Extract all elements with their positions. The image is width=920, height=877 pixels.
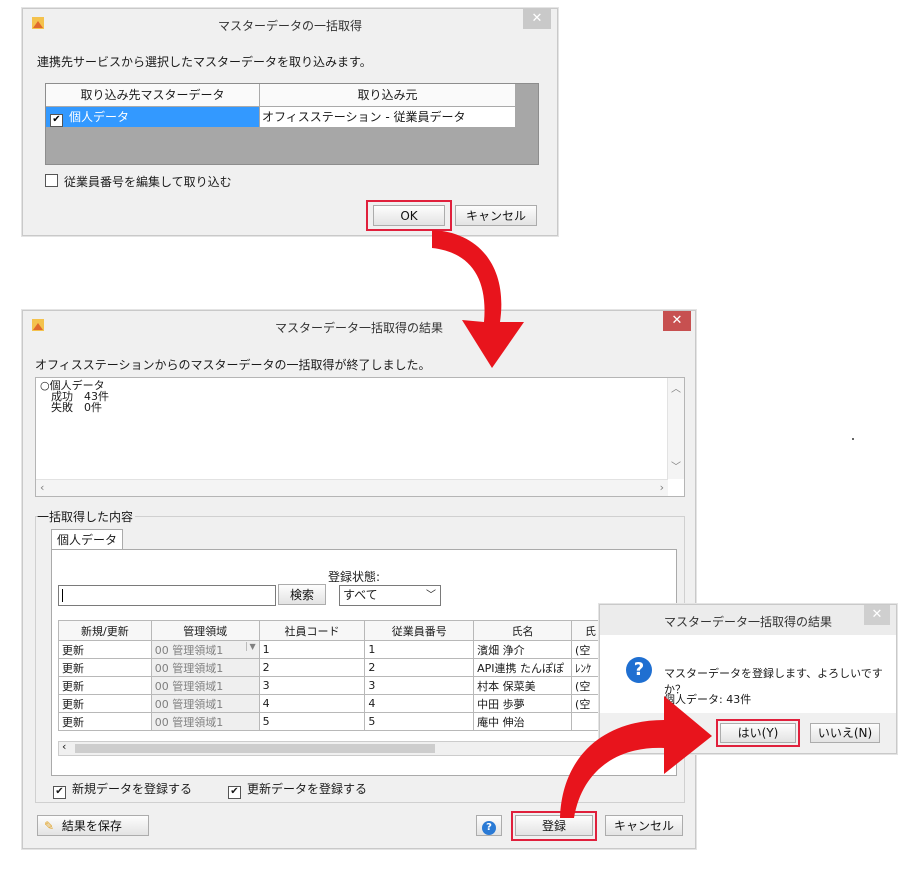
cell-domain[interactable]: 00 管理領域1	[150, 694, 260, 713]
flow-arrow-curve	[560, 696, 712, 818]
cell-new-update[interactable]: 更新	[58, 640, 152, 659]
search-button[interactable]: 検索	[278, 584, 326, 605]
table-header-employee-code[interactable]: 社員コード	[258, 620, 366, 641]
cell-domain[interactable]: 00 管理領域1 ▼	[150, 640, 260, 659]
table-header-name[interactable]: 氏名	[473, 620, 573, 641]
table-row[interactable]: 更新 00 管理領域1 ▼ 1 1 濱畑 浄介 (空	[58, 640, 610, 659]
cell-domain[interactable]: 00 管理領域1	[150, 712, 260, 731]
import-dialog-titlebar: マスターデータの一括取得 ✕	[23, 9, 557, 39]
chevron-down-icon: ﹀	[426, 590, 436, 601]
cell-employee-number[interactable]: 3	[364, 676, 475, 695]
cell-employee-code[interactable]: 3	[258, 676, 366, 695]
import-dialog: マスターデータの一括取得 ✕ 連携先サービスから選択したマスターデータを取り込み…	[22, 8, 558, 236]
scroll-right-icon[interactable]: ›	[660, 481, 664, 494]
table-header-new-update[interactable]: 新規/更新	[58, 620, 152, 641]
yes-highlight	[716, 719, 800, 747]
result-dialog-titlebar: マスターデータ一括取得の結果 ✕	[23, 311, 695, 341]
tab-personal-data[interactable]: 個人データ	[51, 529, 123, 550]
result-dialog-title: マスターデータ一括取得の結果	[274, 321, 443, 335]
cell-name[interactable]: 濱畑 浄介	[473, 640, 573, 659]
cell-domain-value: 00 管理領域1	[154, 643, 224, 657]
table-row[interactable]: 更新 00 管理領域1 4 4 中田 歩夢 (空	[58, 694, 610, 713]
scroll-up-icon[interactable]: ︿	[671, 380, 681, 395]
table-row[interactable]: 更新 00 管理領域1 5 5 庵中 伸治	[58, 712, 610, 731]
cell-new-update[interactable]: 更新	[58, 694, 152, 713]
cell-new-update[interactable]: 更新	[58, 676, 152, 695]
save-result-button[interactable]: ✎ 結果を保存	[37, 815, 149, 836]
result-log-box: ○個人データ 成功 43件 失敗 0件 ︿ ﹀ ‹ ›	[35, 377, 685, 497]
import-row-source: オフィスステーション - 従業員データ	[260, 107, 515, 127]
cell-new-update[interactable]: 更新	[58, 712, 152, 731]
table-header-employee-number[interactable]: 従業員番号	[364, 620, 475, 641]
table-row[interactable]: 更新 00 管理領域1 2 2 API連携 たんぽぽ ﾚﾝｹ	[58, 658, 610, 677]
cell-employee-number[interactable]: 2	[364, 658, 475, 677]
result-table: 新規/更新 管理領域 社員コード 従業員番号 氏名 氏 更新 00 管理領域1 ▼…	[58, 620, 610, 731]
edit-employee-number-label: 従業員番号を編集して取り込む	[64, 175, 232, 189]
edit-employee-number-checkbox[interactable]	[45, 174, 58, 187]
col-header-target: 取り込み先マスターデータ	[46, 84, 260, 107]
cell-employee-code[interactable]: 1	[258, 640, 366, 659]
cell-domain[interactable]: 00 管理領域1	[150, 658, 260, 677]
result-group-label: 一括取得した内容	[37, 508, 136, 525]
close-icon[interactable]: ✕	[663, 311, 691, 331]
cell-employee-code[interactable]: 2	[258, 658, 366, 677]
dropdown-arrow-icon[interactable]: ▼	[246, 641, 256, 651]
scroll-left-icon[interactable]: ‹	[62, 740, 66, 753]
register-update-checkbox[interactable]: ✔	[228, 786, 241, 799]
import-description: 連携先サービスから選択したマスターデータを取り込みます。	[37, 55, 372, 69]
register-update-label: 更新データを登録する	[247, 782, 368, 796]
status-select[interactable]: すべて ﹀	[339, 585, 441, 606]
help-button[interactable]: ?	[476, 815, 502, 836]
status-label: 登録状態:	[328, 570, 381, 584]
register-new-checkbox[interactable]: ✔	[53, 786, 66, 799]
scrollbar-thumb[interactable]	[75, 744, 435, 753]
help-icon: ?	[482, 821, 496, 835]
import-row-target[interactable]: ✔ 個人データ	[46, 107, 259, 127]
result-message: オフィスステーションからのマスターデータの一括取得が終了しました。	[35, 358, 431, 372]
row-target-label: 個人データ	[69, 110, 130, 124]
table-horizontal-scrollbar[interactable]: ‹	[58, 740, 612, 756]
stray-dot	[852, 438, 854, 440]
search-input[interactable]	[58, 585, 276, 606]
cell-employee-code[interactable]: 4	[258, 694, 366, 713]
register-new-option[interactable]: ✔ 新規データを登録する	[53, 780, 192, 799]
close-icon[interactable]: ✕	[523, 9, 551, 29]
table-header-row: 新規/更新 管理領域 社員コード 従業員番号 氏名 氏	[58, 620, 610, 641]
row-checkbox[interactable]: ✔	[50, 114, 63, 127]
confirm-dialog-titlebar: マスターデータ一括取得の結果 ✕	[600, 605, 896, 635]
col-header-source: 取り込み元	[260, 84, 515, 107]
register-new-label: 新規データを登録する	[72, 782, 193, 796]
table-row[interactable]: 更新 00 管理領域1 3 3 村本 保菜美 (空	[58, 676, 610, 695]
cell-employee-number[interactable]: 1	[364, 640, 475, 659]
cell-employee-number[interactable]: 5	[364, 712, 475, 731]
status-select-value: すべて	[343, 588, 378, 602]
cell-domain[interactable]: 00 管理領域1	[150, 676, 260, 695]
no-button[interactable]: いいえ(N)	[810, 723, 880, 743]
save-folder-icon: ✎	[44, 819, 55, 833]
confirm-dialog-title: マスターデータ一括取得の結果	[663, 615, 832, 629]
table-header-domain[interactable]: 管理領域	[150, 620, 260, 641]
cell-employee-code[interactable]: 5	[258, 712, 366, 731]
save-result-label: 結果を保存	[61, 819, 122, 833]
scroll-left-icon[interactable]: ‹	[40, 481, 44, 494]
scroll-down-icon[interactable]: ﹀	[671, 458, 681, 473]
log-line-3: 失敗 0件	[40, 401, 102, 414]
import-dialog-title: マスターデータの一括取得	[217, 19, 362, 33]
log-vertical-scrollbar[interactable]: ︿ ﹀	[667, 378, 684, 479]
register-update-option[interactable]: ✔ 更新データを登録する	[228, 780, 367, 799]
cell-employee-number[interactable]: 4	[364, 694, 475, 713]
cell-new-update[interactable]: 更新	[58, 658, 152, 677]
close-icon[interactable]: ✕	[864, 605, 890, 625]
log-horizontal-scrollbar[interactable]: ‹ ›	[36, 479, 668, 496]
import-grid: 取り込み先マスターデータ 取り込み元 ✔ 個人データ オフィスステーション - 従…	[45, 83, 539, 165]
edit-employee-number-option[interactable]: 従業員番号を編集して取り込む	[45, 173, 232, 190]
flow-arrow-down	[432, 230, 524, 368]
